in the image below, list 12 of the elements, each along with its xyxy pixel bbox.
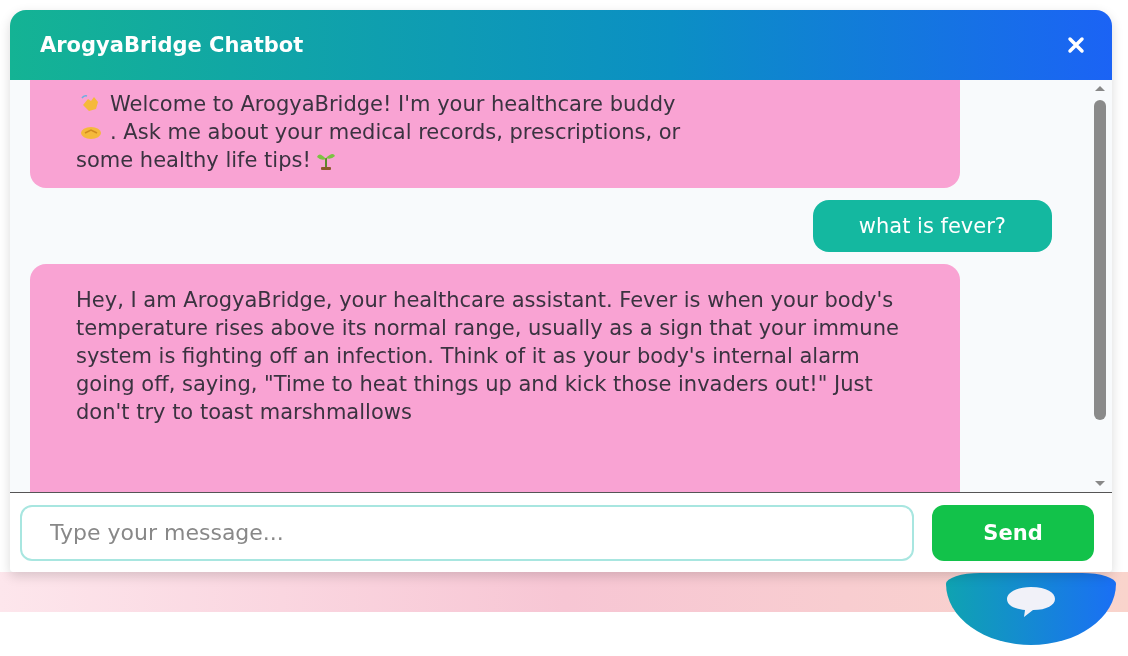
message-text: Welcome to ArogyaBridge! I'm your healthcare buddy [110, 91, 676, 118]
message-input[interactable]: Type your message... [20, 504, 914, 561]
speech-bubble-icon [1004, 584, 1058, 620]
window-title: ArogyaBridge Chatbot [40, 33, 304, 57]
close-button[interactable] [1066, 35, 1086, 55]
message-text: some healthy life tips! [76, 147, 311, 174]
bot-message: Hey, I am ArogyaBridge, your healthcare assistant. Fever is when your body's temperature rises above its normal range, usually as a sign that your immune system is fighting off an infection. Think of it as your body's internal alarm going off, saying, "Time to heat things up and kick those invaders out!" Just don't try to toast marshmallows [30, 264, 960, 492]
user-message: what is fever? [812, 200, 1052, 252]
message-text: . Ask me about your medical records, prescriptions, or [110, 119, 681, 146]
send-button[interactable]: Send [932, 504, 1094, 561]
scroll-up-icon[interactable] [1094, 84, 1106, 92]
scroll-down-icon[interactable] [1094, 480, 1106, 488]
